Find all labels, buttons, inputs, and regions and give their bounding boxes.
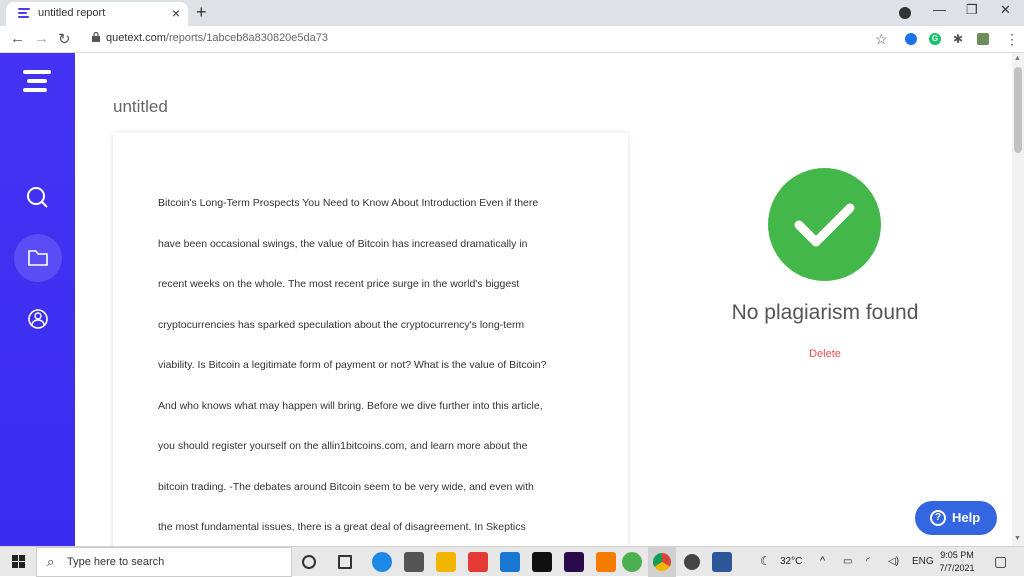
report-line: viability. Is Bitcoin a legitimate form … xyxy=(158,359,547,371)
tab-title: untitled report xyxy=(38,7,106,19)
scroll-up-icon[interactable]: ▲ xyxy=(1014,55,1021,62)
tab-strip: untitled report × + — ❐ ✕ xyxy=(0,0,1024,26)
help-icon: ? xyxy=(930,510,946,526)
store-icon[interactable] xyxy=(404,552,424,572)
sidebar-item-search[interactable] xyxy=(14,174,62,222)
avatar[interactable] xyxy=(977,33,989,45)
cortana-icon[interactable] xyxy=(302,555,316,569)
utorrent-icon[interactable] xyxy=(622,552,642,572)
mail-icon[interactable] xyxy=(500,552,520,572)
report-text[interactable]: Bitcoin's Long-Term Prospects You Need t… xyxy=(158,183,588,546)
help-label: Help xyxy=(952,510,981,525)
user-icon xyxy=(28,309,48,329)
report-line: recent weeks on the whole. The most rece… xyxy=(158,278,520,290)
help-button[interactable]: ? Help xyxy=(915,501,997,535)
report-line: have been occasional swings, the value o… xyxy=(158,237,528,250)
search-icon: ⌕ xyxy=(47,554,55,569)
new-tab-button[interactable]: + xyxy=(196,2,207,23)
profile-icon[interactable] xyxy=(899,7,911,19)
language-indicator[interactable]: ENG xyxy=(912,556,934,567)
scroll-down-icon[interactable]: ▼ xyxy=(1014,535,1021,542)
reload-button[interactable]: ↻ xyxy=(58,30,71,48)
page-scrollbar[interactable]: ▲ ▼ xyxy=(1012,53,1024,546)
address-bar[interactable]: quetext.com/reports/1abceb8a830820e5da73 xyxy=(92,29,892,49)
windows-taskbar: ⌕ Type here to search ☾ 32°C ^ ▭ ◜ ◁) EN… xyxy=(0,546,1024,577)
minimize-button[interactable]: — xyxy=(933,2,946,17)
report-line: the most fundamental issues, there is a … xyxy=(158,521,526,533)
app-sidebar xyxy=(0,53,75,546)
taskbar-clock[interactable]: 9:05 PM 7/7/2021 xyxy=(932,549,982,575)
volume-icon[interactable]: ◁) xyxy=(888,556,899,567)
success-check-icon xyxy=(768,168,881,281)
tab-close-icon[interactable]: × xyxy=(172,5,180,21)
report-line: Bitcoin's Long-Term Prospects You Need t… xyxy=(158,197,539,209)
browser-toolbar: ← → ↻ quetext.com/reports/1abceb8a830820… xyxy=(0,26,1024,53)
clock-time: 9:05 PM xyxy=(940,550,974,560)
extensions-puzzle-icon[interactable]: ✱ xyxy=(953,32,963,46)
folder-icon xyxy=(28,250,48,266)
restore-button[interactable]: ❐ xyxy=(966,2,978,18)
result-status-text: No plagiarism found xyxy=(731,301,919,324)
close-window-button[interactable]: ✕ xyxy=(1000,2,1011,18)
vlc-icon[interactable] xyxy=(596,552,616,572)
chrome-icon xyxy=(653,553,671,571)
chrome-taskbar-button[interactable] xyxy=(648,547,676,577)
netflix-icon[interactable] xyxy=(532,552,552,572)
report-text-card: Bitcoin's Long-Term Prospects You Need t… xyxy=(113,133,628,546)
settings-gear-icon[interactable] xyxy=(684,554,700,570)
quetext-favicon-icon xyxy=(18,8,30,18)
url-path: /reports/1abceb8a830820e5da73 xyxy=(165,32,329,44)
report-content: untitled Bitcoin's Long-Term Prospects Y… xyxy=(75,53,1012,546)
tray-chevron-icon[interactable]: ^ xyxy=(820,555,825,567)
report-line: bitcoin trading. -The debates around Bit… xyxy=(158,480,534,493)
search-icon xyxy=(27,187,48,208)
url-host: quetext.com xyxy=(106,32,166,44)
quetext-logo[interactable] xyxy=(23,70,51,96)
windows-start-icon[interactable] xyxy=(12,555,26,569)
taskbar-search-input[interactable]: ⌕ Type here to search xyxy=(36,547,292,577)
url-text: quetext.com/reports/1abceb8a830820e5da73 xyxy=(106,32,328,44)
report-line: cryptocurrencies has sparked speculation… xyxy=(158,318,525,331)
search-placeholder: Type here to search xyxy=(67,556,165,568)
weather-moon-icon: ☾ xyxy=(760,554,771,568)
weather-temperature[interactable]: 32°C xyxy=(780,556,802,567)
clock-date: 7/7/2021 xyxy=(939,563,975,573)
browser-menu-icon[interactable]: ⋮ xyxy=(1005,31,1019,48)
lock-icon xyxy=(92,32,100,42)
wifi-icon[interactable]: ◜ xyxy=(866,556,870,567)
bookmark-star-icon[interactable]: ☆ xyxy=(875,31,888,48)
sidebar-item-reports[interactable] xyxy=(14,234,62,282)
task-view-icon[interactable] xyxy=(338,555,352,569)
report-line: And who knows what may happen will bring… xyxy=(158,399,543,412)
browser-tab[interactable]: untitled report × xyxy=(6,2,188,26)
scroll-thumb[interactable] xyxy=(1014,67,1022,153)
extension-e-icon[interactable] xyxy=(905,33,917,45)
ox-app-icon[interactable] xyxy=(468,552,488,572)
notification-icon[interactable]: ▢ xyxy=(994,553,1007,570)
grammarly-icon[interactable]: G xyxy=(929,33,941,45)
page-title: untitled xyxy=(113,97,168,116)
word-icon[interactable] xyxy=(712,552,732,572)
edge-icon[interactable] xyxy=(372,552,392,572)
delete-link[interactable]: Delete xyxy=(775,348,875,360)
report-line: you should register yourself on the alli… xyxy=(158,440,528,452)
sidebar-item-account[interactable] xyxy=(14,295,62,343)
battery-icon[interactable]: ▭ xyxy=(843,556,852,567)
back-button[interactable]: ← xyxy=(10,30,25,47)
file-explorer-icon[interactable] xyxy=(436,552,456,572)
forward-button[interactable]: → xyxy=(34,30,49,47)
premiere-icon[interactable] xyxy=(564,552,584,572)
